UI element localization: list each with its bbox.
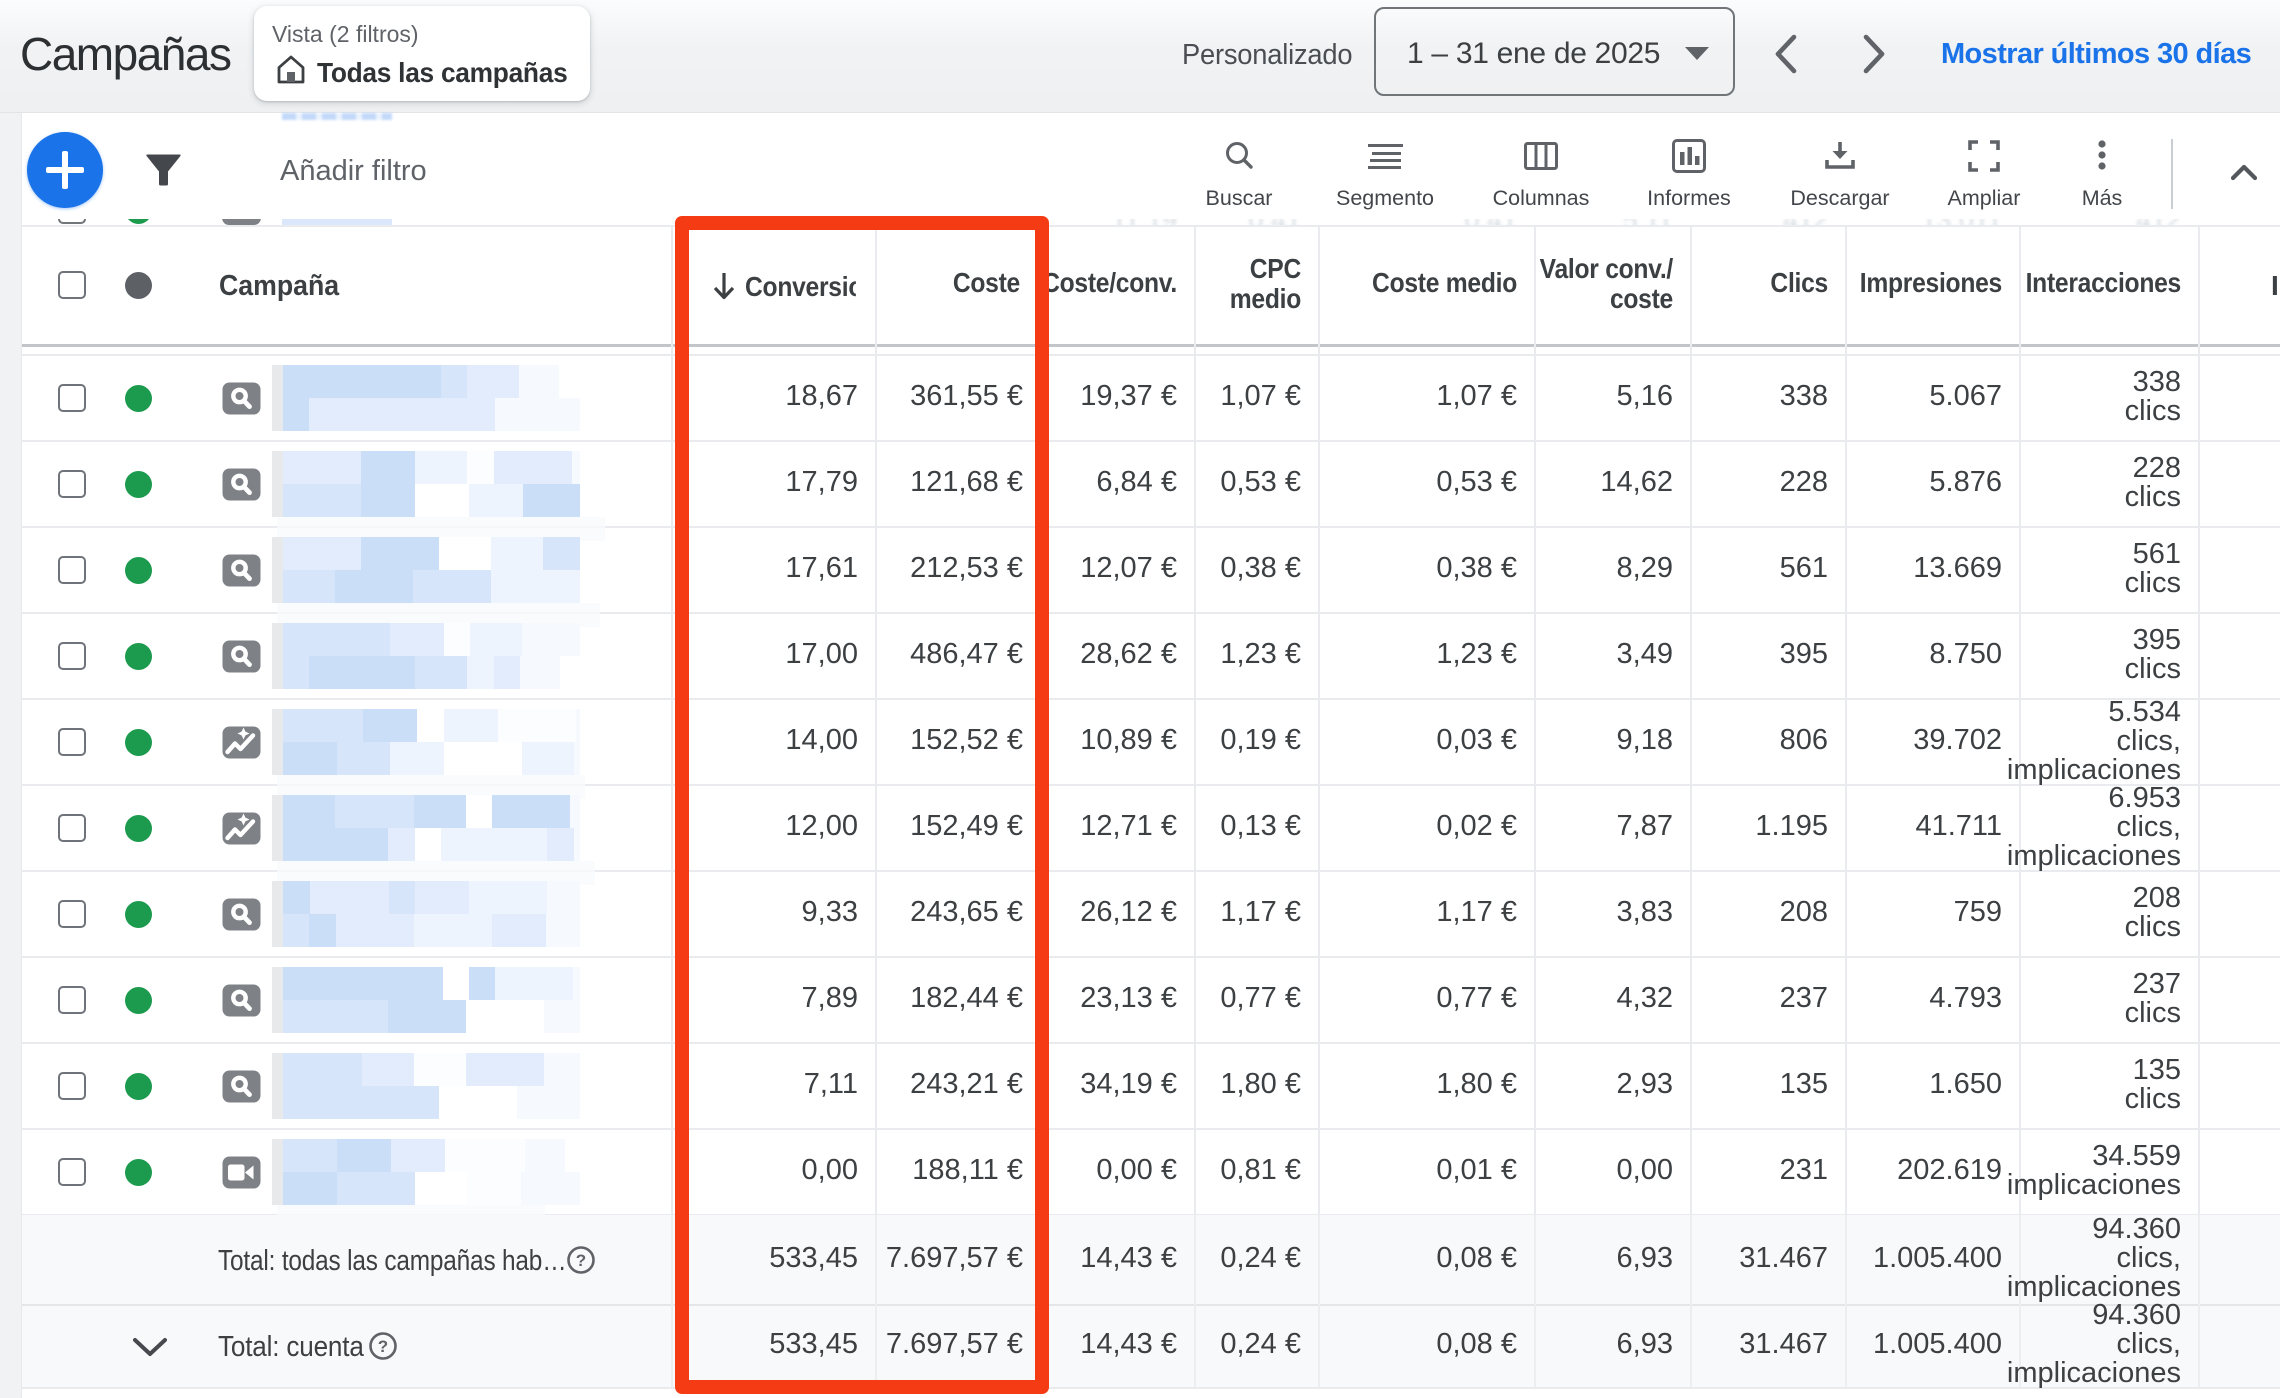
svg-text:?: ?	[378, 1337, 388, 1356]
